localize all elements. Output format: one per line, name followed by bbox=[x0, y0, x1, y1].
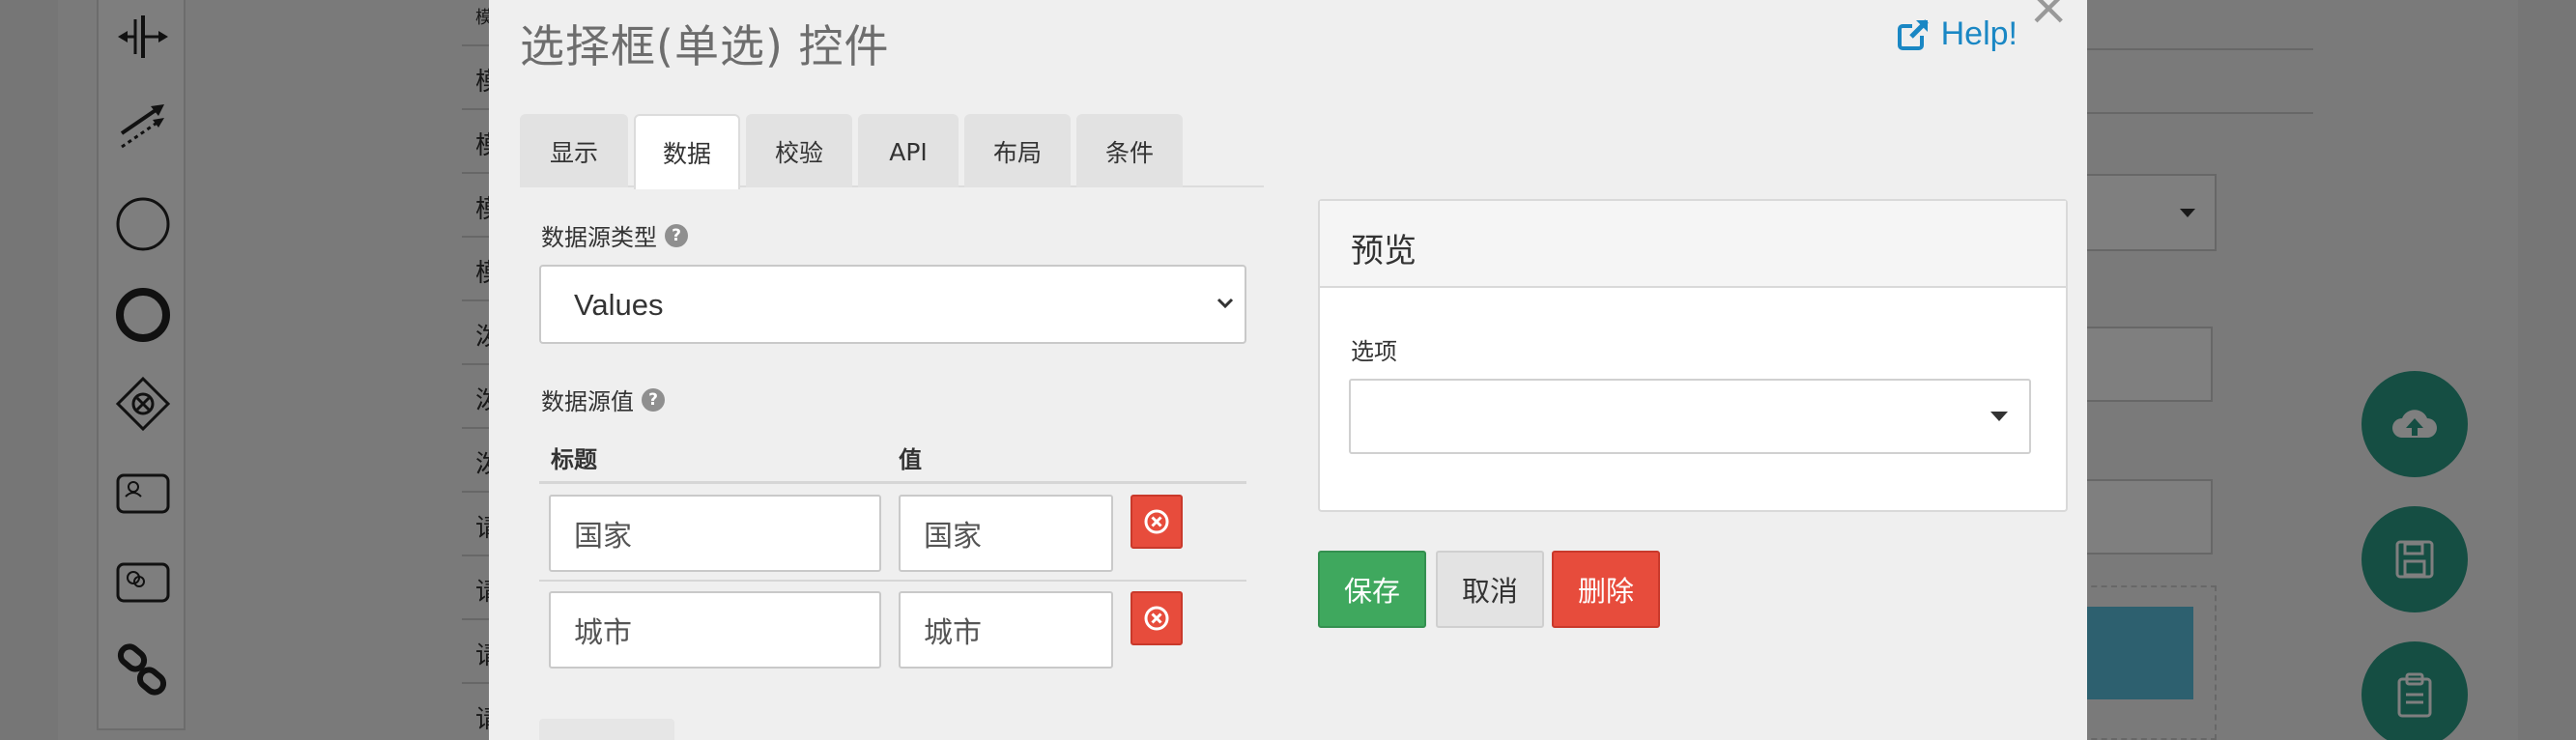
modal-title: 选择框(单选) 控件 bbox=[520, 20, 890, 72]
remove-row-button[interactable] bbox=[1131, 591, 1183, 645]
chevron-down-icon bbox=[1216, 298, 1234, 309]
remove-circle-icon bbox=[1144, 509, 1169, 534]
preview-panel: 预览 选项 bbox=[1318, 199, 2068, 512]
caret-down-icon bbox=[1990, 412, 2008, 421]
preview-select[interactable] bbox=[1349, 379, 2031, 454]
preview-title: 预览 bbox=[1351, 232, 1417, 270]
cancel-button[interactable]: 取消 bbox=[1436, 551, 1544, 628]
save-button[interactable]: 保存 bbox=[1318, 551, 1426, 628]
remove-row-button[interactable] bbox=[1131, 495, 1183, 549]
remove-circle-icon bbox=[1144, 606, 1169, 631]
datasource-type-select[interactable]: Values bbox=[539, 265, 1246, 344]
help-label: Help! bbox=[1940, 15, 2018, 52]
help-link[interactable]: Help! bbox=[1897, 15, 2018, 53]
tab-conditional[interactable]: 条件 bbox=[1076, 114, 1183, 187]
datasource-type-label-text: 数据源类型 bbox=[541, 224, 657, 251]
table-row-divider bbox=[539, 580, 1246, 582]
datasource-values-label-text: 数据源值 bbox=[541, 388, 634, 415]
tab-layout[interactable]: 布局 bbox=[964, 114, 1071, 187]
row-title-input[interactable]: 城市 bbox=[549, 591, 881, 669]
datasource-type-label: 数据源类型 ? bbox=[541, 218, 688, 252]
delete-button[interactable]: 删除 bbox=[1552, 551, 1660, 628]
tab-display[interactable]: 显示 bbox=[520, 114, 628, 187]
row-value-input[interactable]: 国家 bbox=[899, 495, 1113, 572]
preview-field-label: 选项 bbox=[1351, 338, 1397, 365]
datasource-type-value: Values bbox=[574, 288, 664, 322]
tab-api[interactable]: API bbox=[858, 114, 959, 187]
component-edit-modal: 选择框(单选) 控件 × Help! 显示 数据 校验 API 布局 条件 数据… bbox=[489, 0, 2087, 740]
row-value-input[interactable]: 城市 bbox=[899, 591, 1113, 669]
datasource-values-label: 数据源值 ? bbox=[541, 383, 665, 416]
tab-validation[interactable]: 校验 bbox=[746, 114, 852, 187]
external-link-icon bbox=[1897, 18, 1929, 50]
question-icon[interactable]: ? bbox=[642, 387, 665, 412]
preview-header: 预览 bbox=[1320, 201, 2066, 288]
add-row-button[interactable] bbox=[539, 719, 674, 740]
table-header-divider bbox=[539, 481, 1246, 484]
tab-bar: 显示 数据 校验 API 布局 条件 bbox=[520, 114, 1264, 189]
question-icon[interactable]: ? bbox=[665, 223, 688, 247]
column-header-title: 标题 bbox=[551, 446, 597, 473]
close-button[interactable]: × bbox=[2027, 0, 2070, 33]
row-title-input[interactable]: 国家 bbox=[549, 495, 881, 572]
tab-data[interactable]: 数据 bbox=[634, 114, 740, 189]
column-header-value: 值 bbox=[899, 446, 922, 473]
